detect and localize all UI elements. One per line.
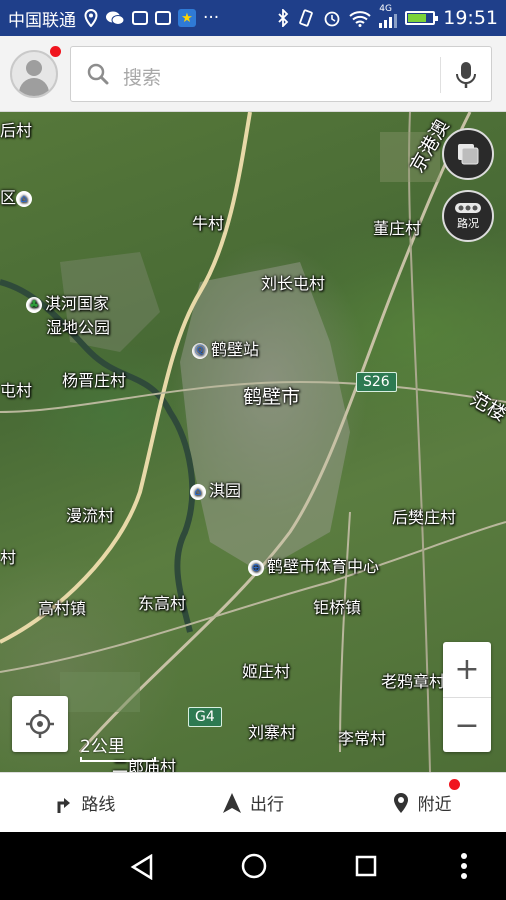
scale-label: 2公里	[80, 737, 125, 757]
map-label: ⊕ 鹤壁市体育中心	[248, 553, 379, 577]
locate-me-button[interactable]	[12, 696, 68, 752]
map-label-text: 淇河国家	[45, 294, 110, 313]
status-bar: 中国联通 ★ ··· 4G 19:51	[0, 0, 506, 36]
traffic-label: 路况	[457, 216, 479, 230]
government-icon: ⌂	[16, 190, 33, 207]
travel-label: 出行	[250, 795, 284, 815]
park-icon: ♣	[26, 296, 42, 313]
bottom-nav: 路线 出行 附近	[0, 772, 506, 832]
poi-icon: ⌂	[190, 483, 206, 500]
recents-icon[interactable]	[355, 855, 377, 877]
notification-dot	[50, 46, 61, 57]
alarm-icon	[324, 11, 340, 27]
map-label: 董庄村	[373, 219, 422, 238]
map-label-text: 湿地公园	[46, 318, 111, 337]
travel-tab[interactable]: 出行	[169, 773, 338, 832]
clock-label: 19:51	[443, 7, 498, 29]
nearby-tab[interactable]: 附近	[337, 773, 506, 832]
carrier-label: 中国联通	[8, 10, 76, 31]
location-pin-icon	[393, 792, 408, 813]
map-label: ⌂ 淇园	[190, 477, 241, 501]
map-label: 区 ⌂	[0, 184, 35, 208]
avatar[interactable]	[10, 50, 58, 98]
map-label: 高村镇	[38, 599, 87, 618]
overflow-menu-icon[interactable]	[460, 852, 468, 880]
map-label: 牛村	[192, 214, 225, 233]
map-label: 屯村	[0, 381, 33, 400]
route-tab[interactable]: 路线	[0, 773, 169, 832]
map-scale: 2公里	[80, 732, 156, 762]
map-label: ♣ 淇河国家湿地公园	[26, 290, 110, 338]
map-label: Ⓠ 鹤壁站	[192, 336, 259, 360]
map-label: 姬庄村	[242, 662, 291, 681]
map-label-text: 鹤壁站	[211, 340, 260, 359]
search-icon	[87, 63, 109, 85]
map-label: 刘寨村	[248, 723, 297, 742]
divider	[440, 57, 441, 93]
notification-dot	[449, 779, 461, 790]
map-label: 漫流村	[66, 506, 115, 525]
layers-icon	[458, 144, 479, 165]
star-app-icon: ★	[178, 9, 196, 27]
route-icon	[57, 797, 71, 813]
search-header: 搜索	[0, 36, 506, 112]
wechat-icon	[106, 11, 125, 25]
road-shield: S26	[356, 372, 397, 392]
scale-bar	[80, 757, 156, 762]
traffic-button[interactable]: 路况	[442, 190, 494, 242]
zoom-control: + −	[443, 642, 491, 752]
bluetooth-icon	[278, 9, 289, 27]
traffic-icon	[455, 202, 481, 213]
zoom-out-button[interactable]: −	[443, 697, 491, 752]
vibrate-icon	[299, 9, 314, 27]
crosshair-icon	[26, 710, 54, 738]
wifi-icon	[349, 10, 371, 27]
city-label: 鹤壁市	[243, 386, 301, 408]
more-notifications-icon: ···	[203, 8, 220, 28]
location-icon	[84, 9, 98, 27]
map-label: 李常村	[338, 729, 387, 748]
map-label: 后樊庄村	[392, 508, 457, 527]
road-shield: G4	[188, 707, 222, 727]
train-station-icon: Ⓠ	[192, 342, 208, 359]
map-label: 村	[0, 548, 17, 567]
signal-icon: 4G	[379, 4, 398, 28]
map-label: 东高村	[138, 594, 187, 613]
map-app-screen: 中国联通 ★ ··· 4G 19:51 搜索 后村 区 ⌂ 牛村 董庄村 刘长屯…	[0, 0, 506, 900]
map-label-text: 淇园	[209, 481, 242, 500]
app-notification-icon	[132, 11, 148, 25]
map-layers-button[interactable]	[442, 128, 494, 180]
map-label: 后村	[0, 121, 33, 140]
route-label: 路线	[81, 795, 116, 815]
map-label: 老鸦章村	[381, 672, 446, 691]
map-label-text: 鹤壁市体育中心	[267, 557, 380, 576]
stadium-icon: ⊕	[248, 559, 264, 576]
map-label: 杨晋庄村	[62, 371, 127, 390]
navigation-arrow-icon	[223, 792, 241, 813]
app-notification-icon	[155, 11, 171, 25]
nearby-label: 附近	[417, 795, 452, 815]
zoom-in-button[interactable]: +	[443, 642, 491, 697]
system-nav-bar	[0, 832, 506, 900]
map-label-text: 区	[0, 188, 17, 207]
battery-icon	[405, 11, 439, 25]
network-type-label: 4G	[379, 4, 392, 14]
map-label: 刘长屯村	[261, 274, 326, 293]
microphone-icon[interactable]	[455, 61, 477, 89]
search-input[interactable]: 搜索	[123, 63, 161, 90]
back-icon[interactable]	[130, 854, 154, 880]
home-icon[interactable]	[241, 853, 267, 879]
satellite-map[interactable]: 后村 区 ⌂ 牛村 董庄村 刘长屯村 ♣ 淇河国家 湿地公园 Ⓠ 鹤壁站 屯村 杨晋庄村…	[0, 112, 506, 772]
search-box[interactable]: 搜索	[70, 46, 492, 102]
map-label: 钜桥镇	[313, 598, 362, 617]
